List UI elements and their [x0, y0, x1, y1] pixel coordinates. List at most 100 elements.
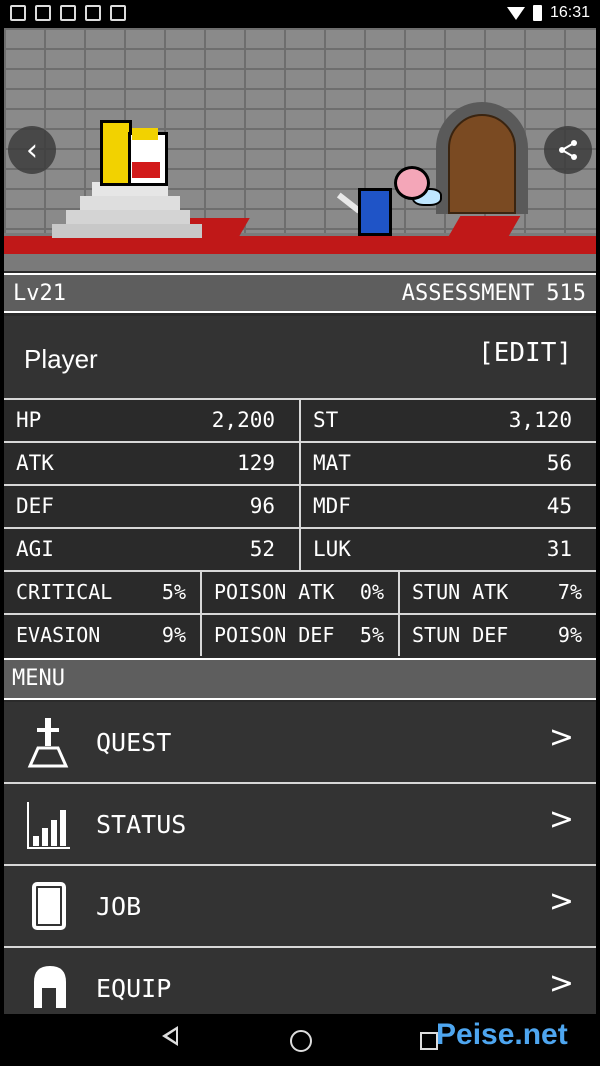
- stats-table: HP 2,200 ST 3,120 ATK 129 MAT 56 DEF 96: [4, 398, 596, 656]
- system-icons: 16:31: [506, 4, 590, 22]
- stairs: [52, 224, 202, 238]
- stat-value: 9%: [557, 623, 582, 647]
- bar-chart-icon: [27, 802, 70, 849]
- red-carpet: [4, 236, 596, 254]
- stat-label: CRITICAL: [16, 580, 113, 604]
- phone-icon: [35, 5, 51, 21]
- stat-def: DEF 96: [4, 486, 301, 527]
- stat-label: STUN DEF: [412, 623, 509, 647]
- stat-value: 7%: [557, 580, 582, 604]
- assessment: ASSESSMENT 515: [402, 281, 586, 306]
- stat-critical: CRITICAL 5%: [4, 572, 202, 613]
- stat-label: EVASION: [16, 623, 101, 647]
- fairy-sprite: [394, 166, 430, 200]
- nav-home-icon[interactable]: [290, 1030, 312, 1052]
- share-icon: [559, 140, 577, 160]
- stat-mdf: MDF 45: [301, 486, 596, 527]
- stat-value: 2,200: [211, 408, 275, 432]
- stat-row: AGI 52 LUK 31: [4, 527, 596, 570]
- chevron-right-icon: >: [548, 966, 574, 1001]
- image-icon: [10, 5, 26, 21]
- player-name-row: Player [EDIT]: [4, 316, 596, 398]
- stairs: [66, 210, 190, 224]
- menu-item-job[interactable]: JOB >: [4, 866, 596, 948]
- stat-label: LUK: [313, 537, 351, 561]
- stat-value: 0%: [359, 580, 384, 604]
- stat-value: 5%: [161, 580, 186, 604]
- menu-list: QUEST > STATUS > JOB > EQUIP >: [4, 702, 596, 1014]
- notification-icons: [10, 5, 126, 21]
- stat-st: ST 3,120: [301, 400, 596, 441]
- stat-value: 31: [546, 537, 572, 561]
- stat-value: 3,120: [508, 408, 572, 432]
- status-bar: 16:31: [0, 0, 600, 28]
- stat-poison-atk: POISON ATK 0%: [202, 572, 400, 613]
- android-icon: [110, 5, 126, 21]
- stat-stun-atk: STUN ATK 7%: [400, 572, 596, 613]
- menu-item-status[interactable]: STATUS >: [4, 784, 596, 866]
- king-robe: [132, 162, 160, 178]
- substat-row: CRITICAL 5% POISON ATK 0% STUN ATK 7%: [4, 570, 596, 613]
- chevron-right-icon: >: [548, 884, 574, 919]
- stat-label: POISON ATK: [214, 580, 335, 604]
- menu-item-label: QUEST: [96, 728, 172, 757]
- navigation-bar: Peise.net: [0, 1014, 600, 1066]
- hero-sprite: [358, 188, 392, 236]
- menu-header: MENU: [4, 658, 596, 700]
- stat-atk: ATK 129: [4, 443, 301, 484]
- wifi-icon: [506, 6, 525, 20]
- menu-item-label: STATUS: [96, 810, 187, 839]
- stat-value: 52: [249, 537, 275, 561]
- battery-icon: [532, 5, 542, 21]
- back-button[interactable]: ‹: [8, 126, 56, 174]
- assessment-label: ASSESSMENT: [401, 281, 535, 306]
- chevron-right-icon: >: [548, 720, 574, 755]
- sword-in-stone-icon: [27, 718, 69, 768]
- chevron-left-icon: ‹: [26, 132, 38, 168]
- player-name: Player: [24, 344, 98, 374]
- stat-value: 96: [249, 494, 275, 518]
- menu-item-label: JOB: [96, 892, 142, 921]
- stat-label: STUN ATK: [412, 580, 509, 604]
- crown-icon: [132, 128, 158, 140]
- stat-label: ST: [313, 408, 339, 432]
- sync-icon: [60, 5, 76, 21]
- menu-item-equip[interactable]: EQUIP >: [4, 948, 596, 1014]
- throne-room-scene: ‹: [4, 28, 596, 271]
- stat-row: HP 2,200 ST 3,120: [4, 398, 596, 441]
- stat-label: DEF: [16, 494, 54, 518]
- castle-door: [448, 114, 516, 214]
- menu-item-label: EQUIP: [96, 974, 172, 1003]
- share-button[interactable]: [544, 126, 592, 174]
- stat-hp: HP 2,200: [4, 400, 301, 441]
- edit-button[interactable]: [EDIT]: [478, 338, 572, 368]
- stat-label: ATK: [16, 451, 54, 475]
- menu-title: MENU: [12, 666, 65, 691]
- assessment-value: 515: [546, 281, 586, 306]
- watermark: Peise.net: [436, 1018, 568, 1051]
- level-label: Lv21: [13, 281, 66, 306]
- stat-label: HP: [16, 408, 42, 432]
- stat-value: 9%: [161, 623, 186, 647]
- stat-value: 56: [546, 451, 572, 475]
- stat-label: AGI: [16, 537, 54, 561]
- stat-label: MDF: [313, 494, 351, 518]
- stat-row: ATK 129 MAT 56: [4, 441, 596, 484]
- flag-icon: [85, 5, 101, 21]
- stat-value: 5%: [359, 623, 384, 647]
- stat-luk: LUK 31: [301, 529, 596, 570]
- stat-stun-def: STUN DEF 9%: [400, 615, 596, 656]
- helmet-icon: [34, 966, 66, 1008]
- menu-item-quest[interactable]: QUEST >: [4, 702, 596, 784]
- stat-value: 45: [546, 494, 572, 518]
- stat-label: POISON DEF: [214, 623, 335, 647]
- book-icon: [32, 882, 66, 930]
- stat-label: MAT: [313, 451, 351, 475]
- nav-back-icon-inner: [167, 1030, 176, 1042]
- stat-value: 129: [237, 451, 275, 475]
- stat-mat: MAT 56: [301, 443, 596, 484]
- chevron-right-icon: >: [548, 802, 574, 837]
- level-bar: Lv21 ASSESSMENT 515: [4, 273, 596, 313]
- substat-row: EVASION 9% POISON DEF 5% STUN DEF 9%: [4, 613, 596, 656]
- stat-row: DEF 96 MDF 45: [4, 484, 596, 527]
